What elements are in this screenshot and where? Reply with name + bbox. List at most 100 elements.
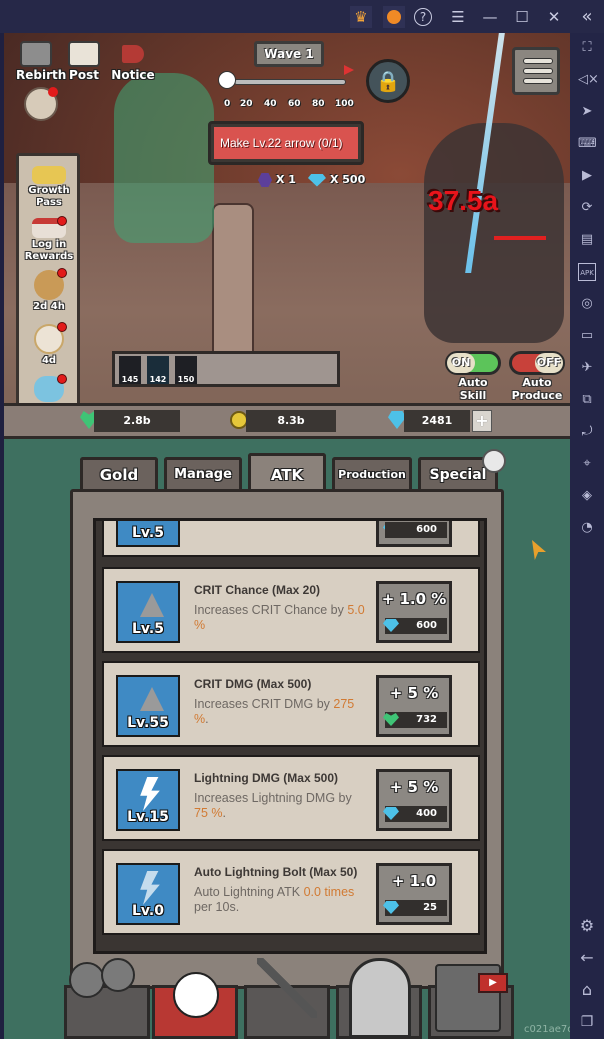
upgrade-buy-button[interactable]: + 1.0 25 [376, 863, 452, 925]
slot-item[interactable]: 145 [119, 356, 141, 384]
rebirth-button[interactable]: Rebirth [16, 41, 66, 82]
nav-weapons[interactable] [244, 958, 330, 1039]
main-menu-button[interactable] [512, 47, 560, 95]
collapse-sidebar-icon[interactable]: « [576, 6, 598, 28]
toggle-switch: OFF [509, 351, 565, 375]
upgrade-card-auto-lightning: Lv.0 Auto Lightning Bolt (Max 50) Auto L… [102, 849, 480, 935]
screenshot-icon[interactable]: ◎ [578, 295, 596, 313]
rebirth-icon [20, 41, 52, 67]
quest-banner[interactable]: Make Lv.22 arrow (0/1) [208, 121, 364, 165]
event-button-2[interactable]: 4d [21, 322, 77, 367]
performance-icon[interactable]: ◔ [578, 519, 596, 537]
tab-gold[interactable]: Gold [80, 457, 158, 491]
rotate-icon[interactable]: ⤾ [578, 423, 596, 441]
upgrade-description: Increases CRIT Chance by 5.0 % [194, 603, 365, 632]
tab-manage[interactable]: Manage [164, 457, 242, 491]
upgrade-cost: 600 [385, 522, 447, 538]
settings-icon[interactable]: ⚙ [578, 917, 596, 935]
macro-icon[interactable]: ▤ [578, 231, 596, 249]
upgrade-level: Lv.0 [132, 903, 164, 919]
back-icon[interactable]: ← [578, 949, 596, 967]
wave-progress [218, 65, 358, 99]
toggle-label: Skill [459, 389, 487, 402]
battle-scene[interactable]: 37.5a Rebirth Post Notice Wave 1 0 20 40… [4, 33, 570, 439]
notice-label: Notice [111, 68, 155, 82]
mail-icon [68, 41, 100, 67]
upgrade-gain: + 5 % [389, 778, 439, 796]
airplane-icon[interactable]: ✈ [578, 359, 596, 377]
upgrade-card-lightning-dmg: Lv.15 Lightning DMG (Max 500) Increases … [102, 755, 480, 841]
tick-label: 100 [335, 99, 354, 109]
upgrade-buy-button[interactable]: + 1.0 % 600 [376, 581, 452, 643]
slot-item[interactable]: 142 [147, 356, 169, 384]
keyboard-icon[interactable]: ⌨ [578, 135, 597, 153]
slot-level: 150 [177, 375, 195, 384]
nav-allies[interactable] [64, 958, 150, 1039]
event-timer: 4d [41, 355, 57, 366]
notification-dot [57, 268, 67, 278]
watermark: c021ae7c [524, 1024, 570, 1035]
event-button-1[interactable]: 2d 4h [21, 268, 77, 313]
nav-dungeon[interactable] [336, 958, 422, 1039]
upgrade-list[interactable]: Lv.5 Increases ASPD by 0.25. 600 Lv.5 CR… [93, 518, 487, 954]
volume-mute-icon[interactable]: ◁× [578, 71, 599, 89]
upgrade-gain: + 5 % [389, 684, 439, 702]
nav-upgrade[interactable] [152, 972, 238, 1039]
buy-gems-button[interactable]: + [472, 410, 492, 432]
growth-pass-button[interactable]: Growth Pass [21, 166, 77, 209]
auto-skill-toggle[interactable]: ON Auto Skill [442, 351, 504, 409]
enemy-hp-bar [494, 236, 546, 240]
post-button[interactable]: Post [64, 41, 104, 82]
upgrade-buy-button[interactable]: 600 [376, 521, 452, 547]
game-center-icon[interactable] [383, 6, 405, 28]
reward-gem-count: X 500 [329, 173, 366, 186]
event-star-button[interactable] [24, 87, 58, 121]
quest-text: Make Lv.22 arrow (0/1) [214, 127, 358, 159]
video-ad-icon[interactable]: ▶ [478, 973, 508, 993]
bottom-navigation: ▶ [64, 947, 526, 1039]
menu-icon[interactable]: ☰ [447, 6, 469, 28]
location-icon[interactable]: ⌖ [578, 455, 596, 473]
record-icon[interactable]: ▶ [578, 167, 596, 185]
boss-lock-button[interactable]: 🔒 [366, 59, 410, 103]
fullscreen-icon[interactable]: ⛶ [578, 39, 596, 57]
notification-dot [48, 87, 58, 97]
tab-production[interactable]: Production [332, 457, 412, 491]
recent-apps-icon[interactable]: ❐ [578, 1013, 596, 1031]
settings-gear-icon[interactable] [482, 449, 506, 473]
sync-icon[interactable]: ⟳ [578, 199, 596, 217]
upgrade-description: Auto Lightning ATK 0.0 times per 10s. [194, 885, 355, 914]
login-rewards-button[interactable]: Log in Rewards [21, 216, 77, 263]
auto-produce-toggle[interactable]: OFF Auto Produce [506, 351, 568, 409]
folder-icon[interactable]: ▭ [578, 327, 596, 345]
wave-label: Wave 1 [254, 41, 324, 67]
upgrade-title: CRIT Chance (Max 20) [194, 583, 321, 597]
enemy-monster[interactable] [424, 123, 564, 343]
reward-item-count: X 1 [276, 173, 296, 186]
nav-shop[interactable] [428, 964, 514, 1039]
multi-instance-icon[interactable]: ⧉ [578, 391, 596, 409]
home-icon[interactable]: ⌂ [578, 981, 596, 999]
help-icon[interactable]: ? [414, 8, 432, 26]
crown-icon[interactable]: ♛ [350, 6, 372, 28]
pointer-icon[interactable]: ➤ [578, 103, 596, 121]
resource-bar: 2.8b 8.3b 2481 + [4, 403, 570, 439]
slot-item[interactable]: 150 [175, 356, 197, 384]
minimize-icon[interactable]: — [479, 6, 501, 28]
ticket-icon [32, 166, 66, 184]
dungeon-gate-icon [349, 958, 411, 1038]
upgrade-buy-button[interactable]: + 5 % 400 [376, 769, 452, 831]
upgrade-card-aspd: Lv.5 Increases ASPD by 0.25. 600 [102, 521, 480, 557]
notification-dot [57, 374, 67, 384]
maximize-icon[interactable]: ☐ [511, 6, 533, 28]
close-icon[interactable]: ✕ [543, 6, 565, 28]
tick-label: 60 [288, 99, 301, 109]
notice-button[interactable]: Notice [110, 41, 156, 82]
upgrade-buy-button[interactable]: + 5 % 732 [376, 675, 452, 737]
slot-level: 142 [149, 375, 167, 384]
apk-icon[interactable]: APK [578, 263, 596, 281]
flag-icon [344, 65, 354, 75]
side-label: Growth [28, 185, 70, 196]
layers-icon[interactable]: ◈ [578, 487, 596, 505]
gems-amount: 2481 [404, 410, 470, 432]
